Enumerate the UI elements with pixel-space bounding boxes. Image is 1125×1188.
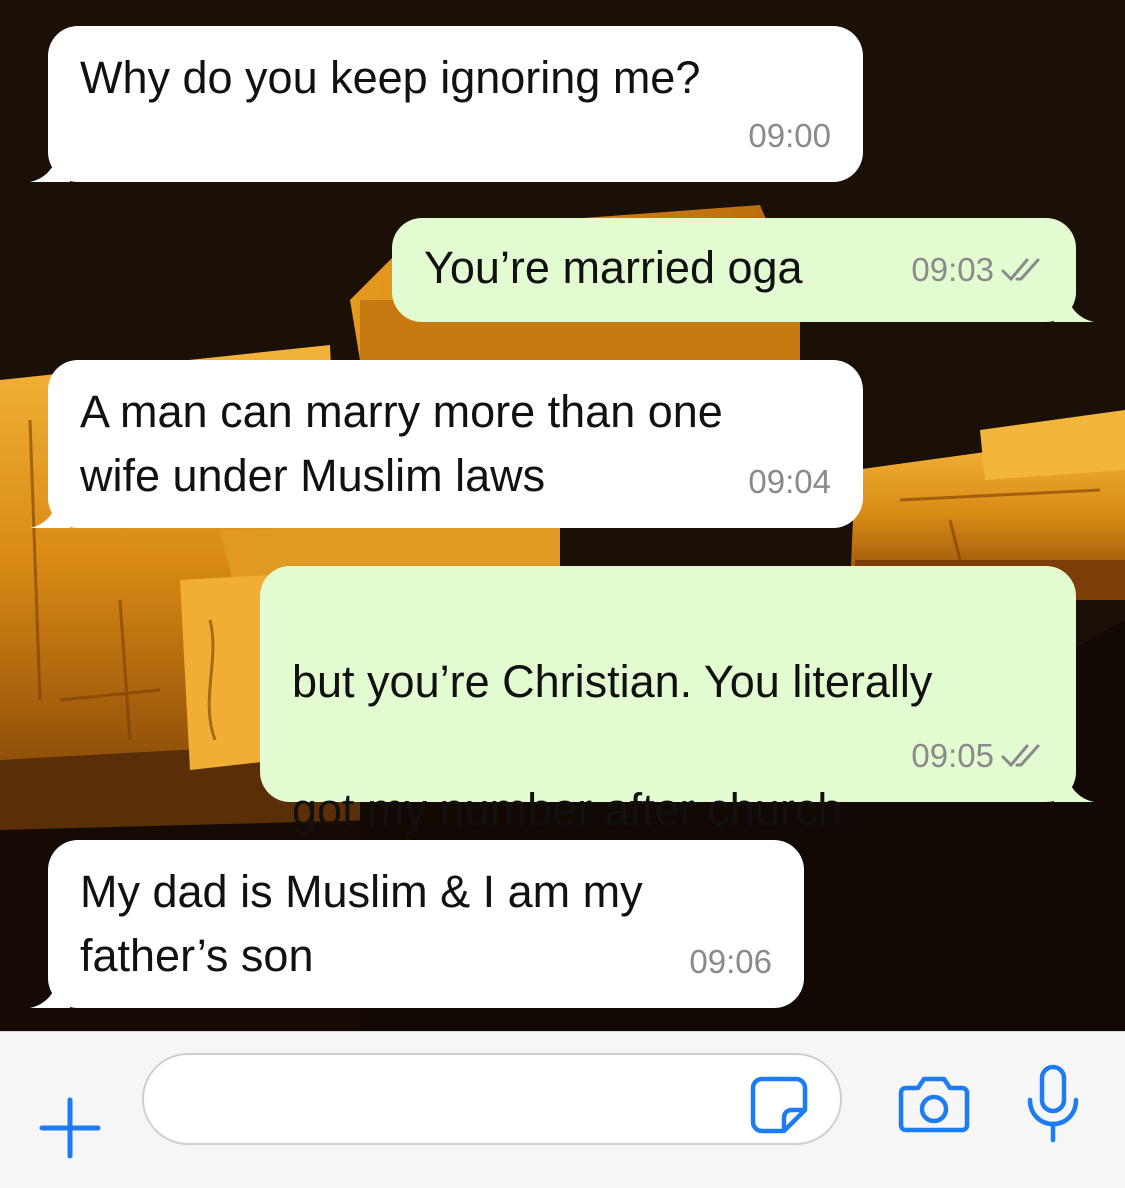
- camera-icon[interactable]: [898, 1072, 970, 1134]
- message-meta: 09:05: [911, 724, 1044, 788]
- message-input-bar: [0, 1031, 1125, 1188]
- read-double-check-icon: [1001, 258, 1040, 282]
- bubble-tail: [30, 968, 70, 1008]
- bubble-tail: [30, 488, 70, 528]
- bubble-tail: [1054, 762, 1094, 802]
- message-text: Why do you keep ignoring me?: [80, 52, 701, 103]
- message-bubble-incoming[interactable]: Why do you keep ignoring me? 09:00: [30, 26, 863, 182]
- message-text-line: but you’re Christian. You literally: [292, 656, 933, 707]
- sticker-icon[interactable]: [748, 1074, 810, 1136]
- message-time: 09:00: [748, 117, 831, 154]
- message-bubble-incoming[interactable]: My dad is Muslim & I am my father’s son …: [30, 840, 804, 1008]
- message-meta: 09:03: [911, 238, 1044, 302]
- message-bubble-incoming[interactable]: A man can marry more than one wife under…: [30, 360, 863, 528]
- message-bubble-outgoing[interactable]: You’re married oga 09:03: [392, 218, 1094, 322]
- message-text: My dad is Muslim & I am my father’s son: [80, 866, 643, 981]
- message-time: 09:05: [911, 737, 994, 774]
- message-meta: 09:04: [748, 450, 831, 514]
- message-input[interactable]: [142, 1053, 842, 1145]
- message-time: 09:03: [911, 251, 994, 288]
- message-meta: 09:06: [689, 930, 772, 994]
- message-meta: 09:00: [748, 104, 831, 168]
- microphone-icon[interactable]: [1024, 1064, 1082, 1146]
- plus-icon[interactable]: [38, 1096, 102, 1160]
- bubble-tail: [30, 142, 70, 182]
- read-double-check-icon: [1001, 744, 1040, 768]
- message-time: 09:04: [748, 463, 831, 500]
- message-time: 09:06: [689, 943, 772, 980]
- message-text: A man can marry more than one wife under…: [80, 386, 723, 501]
- bubble-tail: [1054, 282, 1094, 322]
- message-bubble-outgoing[interactable]: but you’re Christian. You literally got …: [260, 566, 1094, 972]
